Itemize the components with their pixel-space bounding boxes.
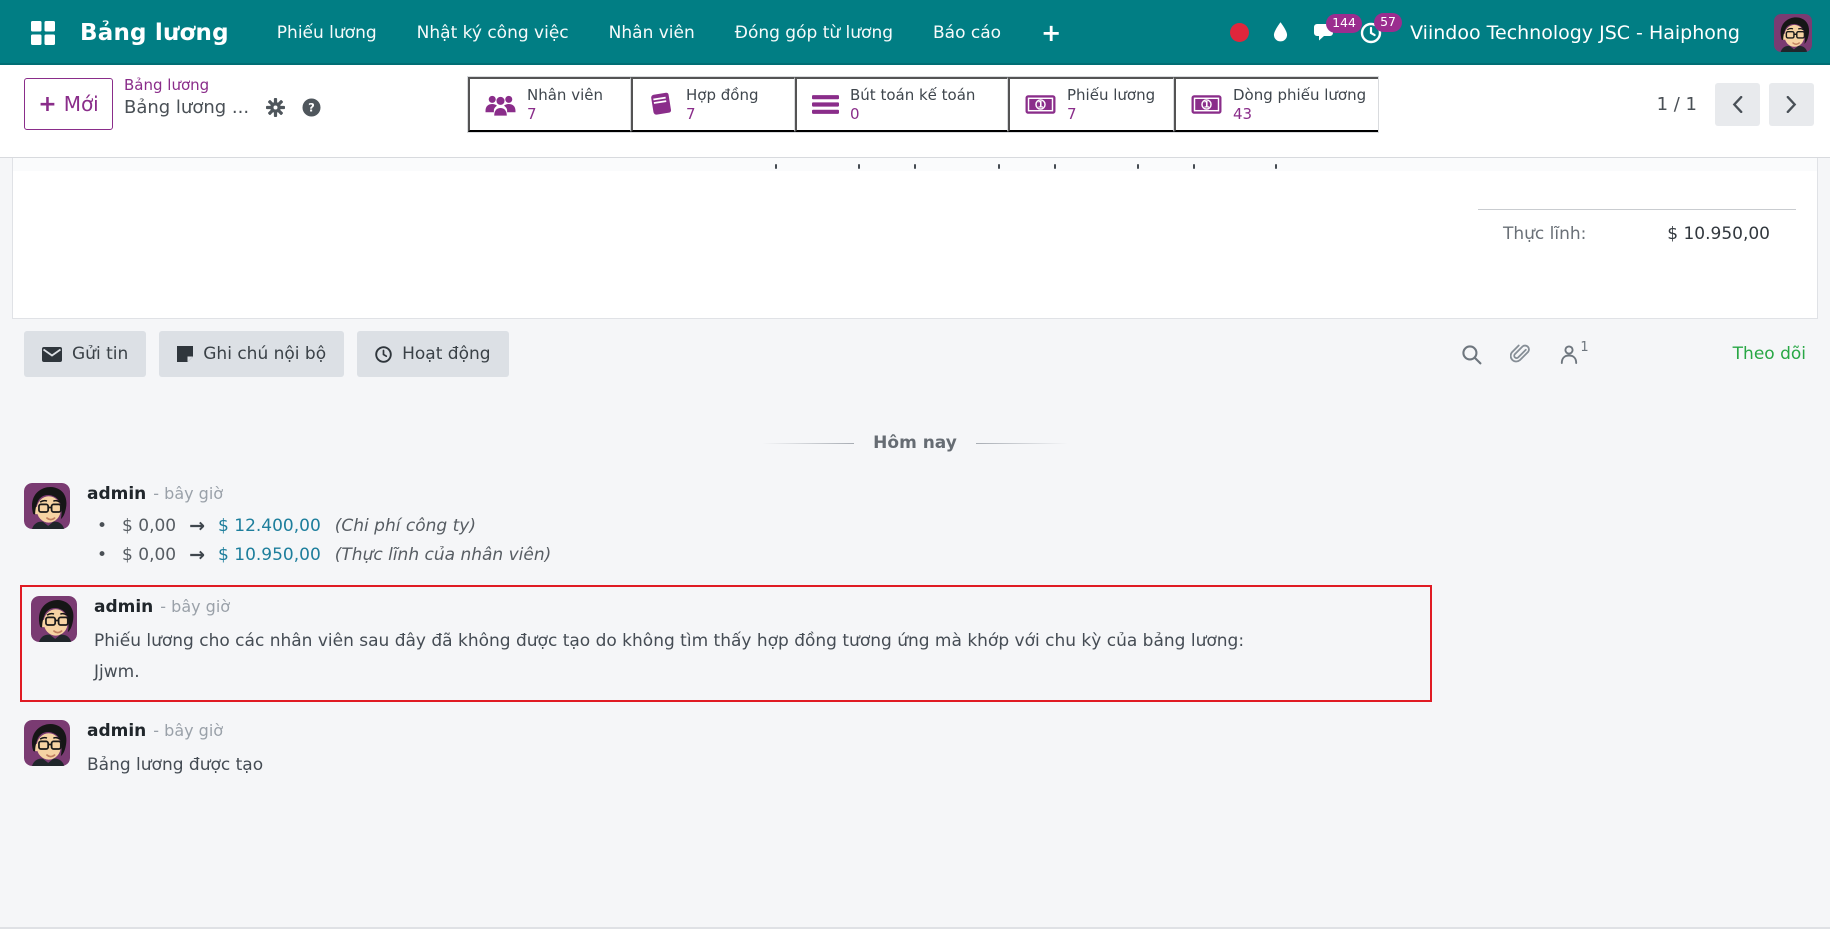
control-panel: Mới Bảng lương Bảng lương ... xyxy=(0,65,1830,158)
bars-icon xyxy=(812,94,839,115)
send-message-button[interactable]: Gửi tin xyxy=(24,331,147,377)
pager-counter: 1 / 1 xyxy=(1656,94,1697,115)
tracking-field-note: (Thực lĩnh của nhân viên) xyxy=(334,545,552,565)
net-total-label: Thực lĩnh: xyxy=(1503,224,1587,244)
users-icon xyxy=(485,93,516,116)
envelope-icon xyxy=(42,346,62,362)
message-tracking-values: admin - bây giờ $ 0,00 $ 12.400,00 (Chi … xyxy=(24,483,1830,565)
stat-button-employees[interactable]: Nhân viên 7 xyxy=(468,77,631,132)
pager-previous-button[interactable] xyxy=(1715,83,1760,126)
avatar[interactable] xyxy=(31,596,77,642)
date-divider: Hôm nay xyxy=(0,433,1830,453)
chatter-tools: 1 Theo dõi xyxy=(1461,340,1806,365)
message-body: Phiếu lương cho các nhân viên sau đây đã… xyxy=(94,631,1245,682)
activities-badge: 57 xyxy=(1374,12,1402,32)
schedule-activity-button[interactable]: Hoạt động xyxy=(357,331,509,377)
tracking-new-value: $ 12.400,00 xyxy=(218,516,321,536)
clock-icon xyxy=(375,345,392,363)
menu-item-dong-gop-tu-luong[interactable]: Đóng góp từ lương xyxy=(735,23,893,43)
net-total-row: Thực lĩnh: $ 10.950,00 xyxy=(1478,209,1796,244)
menu-item-nhan-vien[interactable]: Nhân viên xyxy=(609,23,695,43)
plus-icon xyxy=(38,92,56,117)
arrow-right-icon xyxy=(189,546,205,565)
svg-text:1: 1 xyxy=(1037,101,1043,111)
clipped-table-row xyxy=(13,158,1817,171)
bullet-icon xyxy=(97,545,107,565)
apps-menu-icon[interactable] xyxy=(30,20,56,46)
new-record-button[interactable]: Mới xyxy=(24,78,113,130)
search-messages-icon[interactable] xyxy=(1461,344,1482,365)
droplet-icon[interactable] xyxy=(1273,22,1288,43)
attachments-paperclip-icon[interactable] xyxy=(1510,343,1532,365)
help-icon[interactable]: ? xyxy=(302,98,321,117)
activities-clock-icon[interactable]: 57 xyxy=(1360,12,1402,44)
avatar[interactable] xyxy=(24,483,70,529)
app-title[interactable]: Bảng lương xyxy=(80,20,229,46)
bullet-icon xyxy=(97,516,107,536)
avatar[interactable] xyxy=(24,720,70,766)
messages-badge: 144 xyxy=(1326,13,1362,33)
record-indicator-icon[interactable] xyxy=(1230,23,1250,42)
app-menu: Phiếu lương Nhật ký công việc Nhân viên … xyxy=(277,21,1061,45)
net-total-value: $ 10.950,00 xyxy=(1667,224,1770,244)
banknote-icon: 1 xyxy=(1191,94,1222,115)
payroll-form-screen: Bảng lương Phiếu lương Nhật ký công việc… xyxy=(0,0,1830,929)
gear-icon[interactable] xyxy=(266,98,286,117)
stat-button-payslip-lines[interactable]: 1 Dòng phiếu lương 43 xyxy=(1174,77,1378,132)
chevron-left-icon xyxy=(1732,96,1743,113)
svg-text:?: ? xyxy=(308,101,315,115)
banknote-icon: 1 xyxy=(1025,94,1056,115)
breadcrumb: Bảng lương Bảng lương ... ? xyxy=(124,76,321,118)
message-time: - bây giờ xyxy=(153,721,224,740)
log-note-button[interactable]: Ghi chú nội bộ xyxy=(159,331,345,377)
note-icon xyxy=(177,346,194,362)
message-body: Bảng lương được tạo xyxy=(87,755,264,775)
book-icon xyxy=(648,91,675,118)
tracking-old-value: $ 0,00 xyxy=(122,516,177,536)
tracking-row: $ 0,00 $ 10.950,00 (Thực lĩnh của nhân v… xyxy=(87,545,551,565)
stat-button-payslips[interactable]: 1 Phiếu lương 7 xyxy=(1008,77,1174,132)
messages-icon[interactable]: 144 xyxy=(1312,13,1362,43)
top-navbar: Bảng lương Phiếu lương Nhật ký công việc… xyxy=(0,0,1830,65)
message-list: admin - bây giờ $ 0,00 $ 12.400,00 (Chi … xyxy=(0,483,1830,781)
message-author[interactable]: admin xyxy=(94,597,153,617)
stat-button-contracts[interactable]: Hợp đồng 7 xyxy=(631,77,795,132)
plus-menu-icon[interactable] xyxy=(1041,21,1061,45)
form-sheet: Thực lĩnh: $ 10.950,00 xyxy=(12,158,1818,319)
date-divider-label: Hôm nay xyxy=(873,433,957,453)
message-time: - bây giờ xyxy=(153,484,224,503)
breadcrumb-current: Bảng lương ... xyxy=(124,97,250,118)
company-switcher[interactable]: Viindoo Technology JSC - Haiphong xyxy=(1410,22,1740,44)
message-author[interactable]: admin xyxy=(87,721,146,741)
arrow-right-icon xyxy=(189,517,205,536)
menu-item-bao-cao[interactable]: Báo cáo xyxy=(933,23,1001,43)
systray: 144 57 Viindoo Technology JSC - Haiphong xyxy=(1230,12,1812,52)
message-warning-highlighted: admin - bây giờ Phiếu lương cho các nhân… xyxy=(20,585,1432,702)
tracking-row: $ 0,00 $ 12.400,00 (Chi phí công ty) xyxy=(87,516,551,536)
tracking-field-note: (Chi phí công ty) xyxy=(334,516,476,536)
message-author[interactable]: admin xyxy=(87,484,146,504)
chevron-right-icon xyxy=(1786,96,1797,113)
tracking-old-value: $ 0,00 xyxy=(122,545,177,565)
stat-button-bar: Nhân viên 7 Hợp đồng 7 Bút toán kế toán … xyxy=(467,76,1379,133)
message-created-note: admin - bây giờ Bảng lương được tạo xyxy=(24,720,1830,781)
followers-count: 1 xyxy=(1580,340,1589,355)
menu-item-phieu-luong[interactable]: Phiếu lương xyxy=(277,23,377,43)
followers-icon[interactable]: 1 xyxy=(1560,340,1589,364)
tracking-new-value: $ 10.950,00 xyxy=(218,545,321,565)
user-avatar[interactable] xyxy=(1774,13,1812,52)
pager: 1 / 1 xyxy=(1657,76,1814,133)
menu-item-nhat-ky-cong-viec[interactable]: Nhật ký công việc xyxy=(417,23,569,43)
pager-next-button[interactable] xyxy=(1769,83,1814,126)
chatter-toolbar: Gửi tin Ghi chú nội bộ Hoạt động 1 Theo … xyxy=(0,331,1830,377)
stat-button-journal-entries[interactable]: Bút toán kế toán 0 xyxy=(795,77,1008,132)
chatter: Gửi tin Ghi chú nội bộ Hoạt động 1 Theo … xyxy=(0,319,1830,929)
svg-text:1: 1 xyxy=(1203,101,1209,111)
breadcrumb-parent-link[interactable]: Bảng lương xyxy=(124,76,321,94)
message-time: - bây giờ xyxy=(160,597,231,616)
follow-button[interactable]: Theo dõi xyxy=(1733,344,1806,364)
